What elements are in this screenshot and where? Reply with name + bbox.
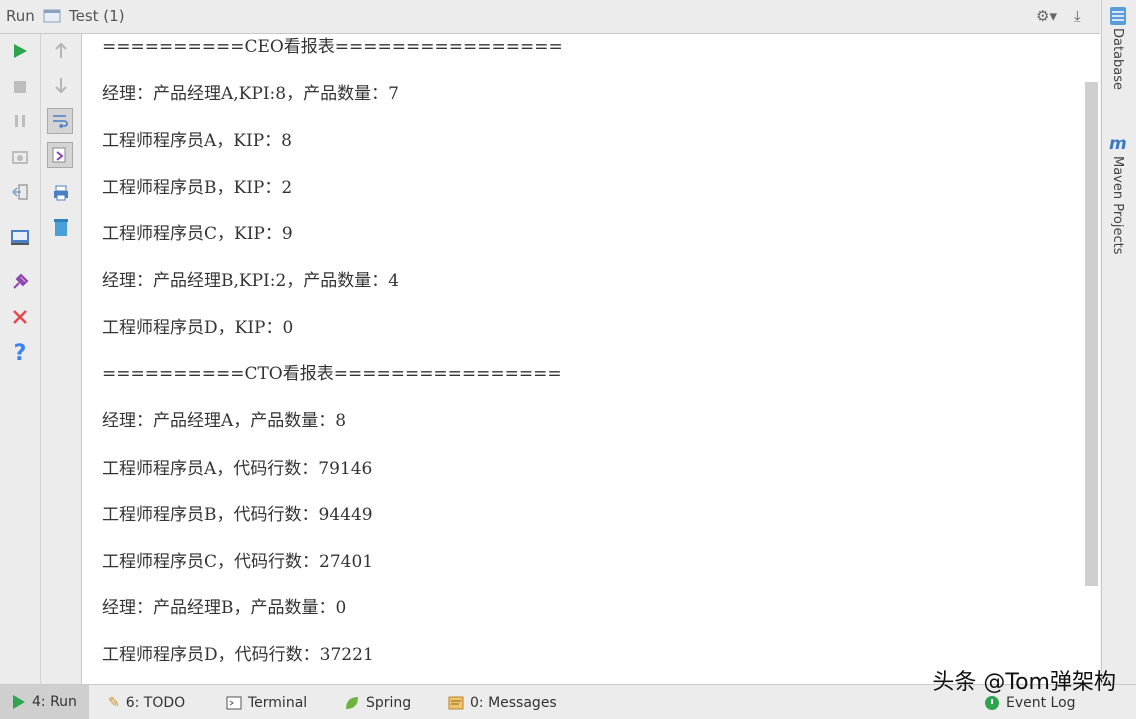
watermark-text: 头条 @Tom弹架构 — [932, 670, 1116, 695]
spring-leaf-icon — [346, 697, 358, 709]
console-line: 工程师程序员D，KIP：0 — [102, 318, 294, 338]
pin-tab-icon[interactable] — [7, 269, 33, 295]
vertical-scrollbar-thumb[interactable] — [1085, 82, 1098, 586]
terminal-tool-label: Terminal — [248, 695, 308, 711]
messages-tool-label: 0: Messages — [470, 695, 557, 711]
event-log-label: Event Log — [1006, 695, 1076, 711]
event-log-icon — [985, 696, 999, 710]
maven-projects-tool-tab[interactable]: Maven Projects — [1110, 156, 1125, 255]
run-toolbar-left: ? — [0, 34, 41, 684]
hide-panel-icon[interactable]: ⤓ — [1074, 7, 1081, 25]
console-line: 工程师程序员C，代码行数：27401 — [102, 552, 374, 572]
spring-tool-button[interactable]: Spring — [344, 692, 411, 714]
up-arrow-icon[interactable] — [48, 38, 74, 64]
messages-tool-button[interactable]: 0: Messages — [448, 692, 557, 714]
help-icon[interactable]: ? — [7, 340, 33, 366]
run-tool-button[interactable]: 4: Run — [0, 685, 89, 719]
console-line: 经理：产品经理A,KPI:8，产品数量：7 — [102, 84, 399, 104]
run-title: Run — [6, 7, 35, 25]
run-toolbar-right — [41, 34, 82, 684]
console-line: ==========CEO看报表================ — [102, 37, 563, 57]
console-line: 经理：产品经理B，产品数量：0 — [102, 598, 347, 618]
exit-icon[interactable] — [7, 179, 33, 205]
todo-tool-label: 6: TODO — [125, 695, 186, 711]
close-icon[interactable] — [7, 304, 33, 330]
todo-icon: ✎ — [108, 695, 120, 711]
console-line: 经理：产品经理A，产品数量：8 — [102, 411, 347, 431]
console-line: 工程师程序员A，代码行数：79146 — [102, 459, 373, 479]
run-tool-window-header: Run Test (1) ⚙▾ ⤓ — [0, 0, 1100, 34]
console-line: 工程师程序员D，代码行数：37221 — [102, 645, 374, 665]
console-line: 工程师程序员A，KIP：8 — [102, 131, 292, 151]
database-tool-tab[interactable]: Database — [1110, 28, 1125, 90]
layout-icon[interactable] — [7, 224, 33, 250]
console-line: 工程师程序员C，KIP：9 — [102, 224, 293, 244]
terminal-tool-button[interactable]: Terminal — [226, 692, 307, 714]
messages-icon — [448, 696, 464, 710]
console-output[interactable]: ==========CEO看报表================ 经理：产品经理… — [82, 34, 1100, 684]
maven-icon: m — [1109, 134, 1127, 154]
console-line: 工程师程序员B，KIP：2 — [102, 178, 293, 198]
run-icon — [13, 695, 25, 709]
run-tab-test[interactable]: Test (1) — [69, 7, 125, 25]
run-tool-label: 4: Run — [32, 694, 77, 710]
database-icon — [1110, 7, 1126, 25]
down-arrow-icon[interactable] — [48, 72, 74, 98]
print-icon[interactable] — [48, 180, 74, 206]
console-tab-icon — [43, 9, 61, 23]
dump-threads-icon[interactable] — [7, 144, 33, 170]
rerun-icon[interactable] — [7, 38, 33, 64]
soft-wrap-icon[interactable] — [47, 108, 73, 134]
spring-tool-label: Spring — [366, 695, 412, 711]
todo-tool-button[interactable]: ✎ 6: TODO — [108, 692, 185, 714]
clear-all-icon[interactable] — [48, 214, 74, 240]
right-tool-sidebar: Database m Maven Projects — [1101, 0, 1136, 684]
pause-icon[interactable] — [7, 108, 33, 134]
terminal-icon — [226, 696, 242, 710]
stop-icon[interactable] — [7, 74, 33, 100]
console-line: 工程师程序员B，代码行数：94449 — [102, 505, 373, 525]
console-line: 经理：产品经理B,KPI:2，产品数量：4 — [102, 271, 400, 291]
settings-gear-icon[interactable]: ⚙▾ — [1036, 7, 1057, 25]
scroll-to-end-icon[interactable] — [47, 142, 73, 168]
console-line: ==========CTO看报表================ — [102, 364, 562, 384]
